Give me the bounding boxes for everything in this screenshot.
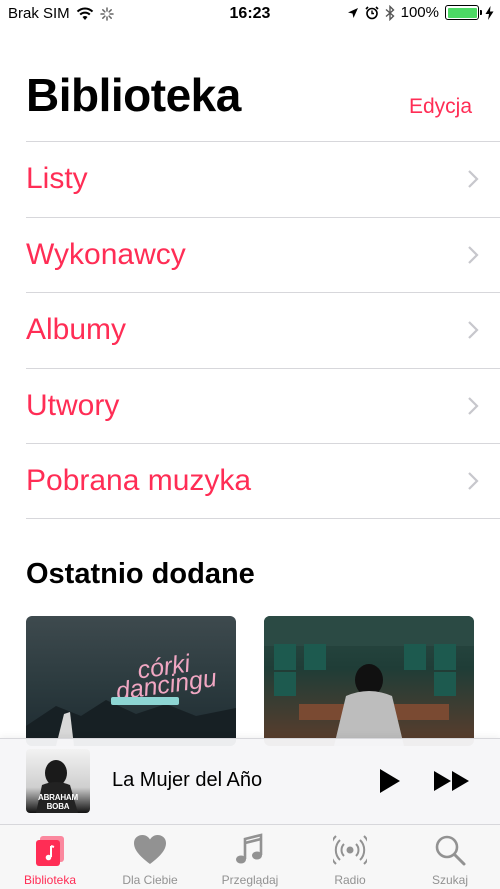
alarm-icon xyxy=(365,5,379,19)
list-item-label: Utwory xyxy=(26,388,120,422)
list-item-label: Pobrana muzyka xyxy=(26,463,252,497)
album-card[interactable]: córki dancingu xyxy=(26,616,236,746)
bluetooth-icon xyxy=(385,4,395,21)
list-item-label: Wykonawcy xyxy=(26,237,186,271)
tab-for-you[interactable]: Dla Ciebie xyxy=(100,825,200,889)
list-item-songs[interactable]: Utwory xyxy=(26,367,500,444)
play-icon[interactable] xyxy=(378,767,402,795)
chevron-right-icon xyxy=(468,245,479,264)
page-title: Biblioteka xyxy=(26,69,241,121)
search-icon xyxy=(435,835,466,866)
library-list: Listy Wykonawcy Albumy Utwory Pobrana mu… xyxy=(26,141,500,519)
tab-library[interactable]: Biblioteka xyxy=(0,825,100,889)
section-title-recent: Ostatnio dodane xyxy=(26,558,255,590)
edit-button[interactable]: Edycja xyxy=(409,95,472,119)
album-card[interactable] xyxy=(264,616,474,746)
list-item-artists[interactable]: Wykonawcy xyxy=(26,216,500,293)
tab-search[interactable]: Szukaj xyxy=(400,825,500,889)
list-item-downloaded[interactable]: Pobrana muzyka xyxy=(26,443,500,519)
chevron-right-icon xyxy=(468,170,479,189)
chevron-right-icon xyxy=(468,396,479,415)
tab-radio[interactable]: Radio xyxy=(300,825,400,889)
list-item-albums[interactable]: Albumy xyxy=(26,292,500,368)
battery-percent: 100% xyxy=(400,4,439,21)
tab-label: Szukaj xyxy=(431,873,469,887)
mini-player-artwork: ABRAHAM BOBA xyxy=(26,749,90,813)
album-art xyxy=(264,616,474,746)
list-item-label: Listy xyxy=(26,162,88,196)
artwork-text: ABRAHAM BOBA xyxy=(38,793,78,811)
chevron-right-icon xyxy=(468,471,479,490)
battery-icon xyxy=(445,5,482,20)
now-playing-title: La Mujer del Año xyxy=(112,769,263,791)
fast-forward-icon[interactable] xyxy=(433,769,471,793)
mini-player[interactable]: ABRAHAM BOBA La Mujer del Año xyxy=(0,738,500,824)
status-right: 100% xyxy=(347,4,494,21)
tab-label: Radio xyxy=(334,873,366,887)
chevron-right-icon xyxy=(468,321,479,340)
radio-icon xyxy=(333,835,367,865)
album-logo-band xyxy=(111,697,179,705)
tab-label: Dla Ciebie xyxy=(122,873,178,887)
list-item-label: Albumy xyxy=(26,313,127,347)
charging-icon xyxy=(485,5,494,20)
list-item-playlists[interactable]: Listy xyxy=(26,141,500,217)
status-bar: Brak SIM 16:23 100% xyxy=(0,0,500,30)
heart-icon xyxy=(134,835,166,864)
tab-label: Przeglądaj xyxy=(221,873,279,887)
tab-bar: Biblioteka Dla Ciebie Przeglądaj Radio S… xyxy=(0,824,500,889)
tab-label: Biblioteka xyxy=(23,873,77,887)
tab-browse[interactable]: Przeglądaj xyxy=(200,825,300,889)
note-icon xyxy=(236,833,263,864)
location-icon xyxy=(347,7,358,18)
library-icon xyxy=(36,836,64,866)
